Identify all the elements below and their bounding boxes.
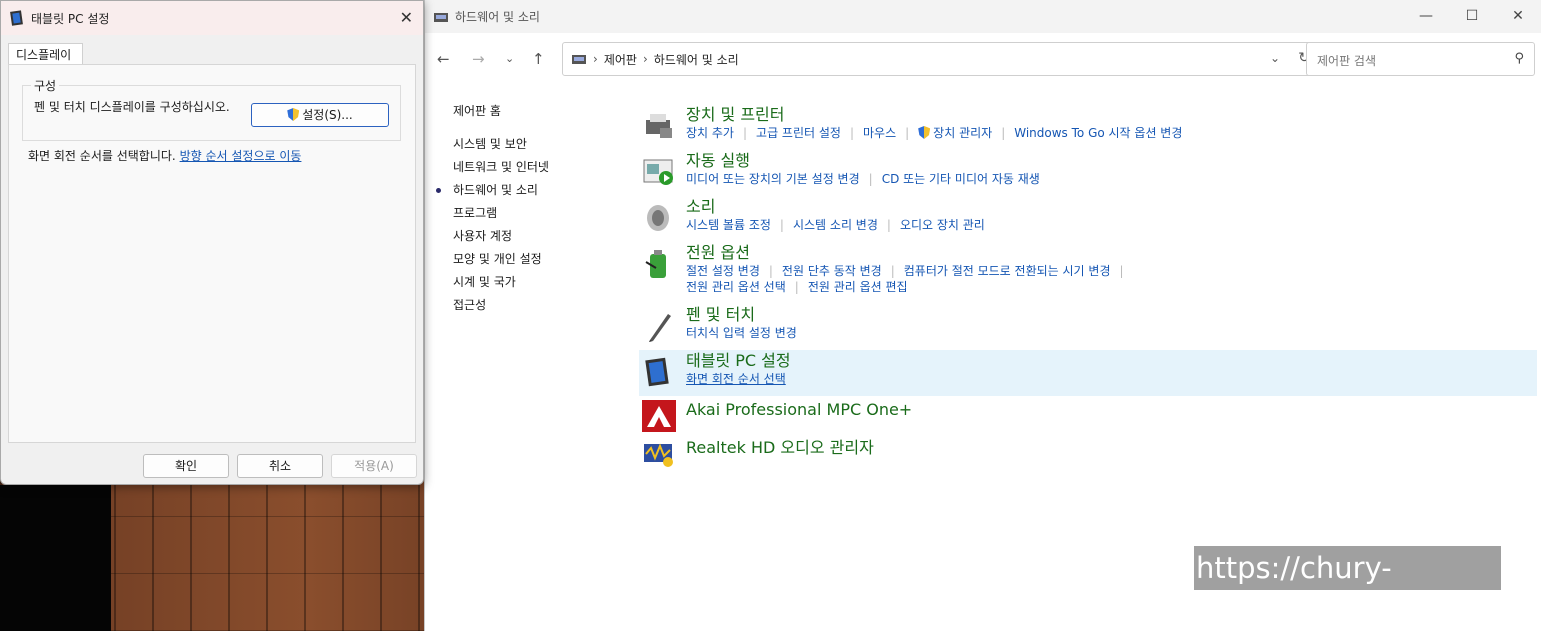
control-panel-icon xyxy=(434,12,448,22)
tablet-small-icon xyxy=(10,10,23,26)
setup-button-label: 설정(S)... xyxy=(302,108,353,122)
dialog-close-icon[interactable]: ✕ xyxy=(400,8,413,27)
category-title[interactable]: Akai Professional MPC One+ xyxy=(686,398,1537,422)
maximize-icon[interactable]: ☐ xyxy=(1449,0,1495,32)
tablet-pc-settings-dialog: 태블릿 PC 설정 ✕ 디스플레이 구성 펜 및 터치 디스플레이를 구성하십시… xyxy=(0,0,424,485)
group-label: 구성 xyxy=(31,77,60,94)
breadcrumb-control-panel[interactable]: 제어판 xyxy=(604,51,637,68)
sidebar-item-system-security[interactable]: 시스템 및 보안 xyxy=(453,133,633,156)
close-icon[interactable]: ✕ xyxy=(1495,0,1541,32)
tablet-icon xyxy=(645,357,669,387)
cancel-button[interactable]: 취소 xyxy=(237,454,323,478)
sidebar-item-appearance[interactable]: 모양 및 개인 설정 xyxy=(453,248,633,271)
link-system-volume[interactable]: 시스템 볼륨 조정 xyxy=(686,218,771,232)
link-add-device[interactable]: 장치 추가 xyxy=(686,126,734,140)
link-audio-devices[interactable]: 오디오 장치 관리 xyxy=(900,218,985,232)
title-bar: 하드웨어 및 소리 — ☐ ✕ xyxy=(425,0,1541,33)
link-screen-rotation[interactable]: 화면 회전 순서 선택 xyxy=(686,372,786,386)
config-group: 구성 펜 및 터치 디스플레이를 구성하십시오. 설정(S)... xyxy=(22,77,401,141)
search-box[interactable]: 제어판 검색 ⚲ xyxy=(1306,42,1535,76)
category-tablet-pc: 태블릿 PC 설정 화면 회전 순서 선택 xyxy=(639,350,1537,396)
forward-arrow-icon[interactable]: → xyxy=(472,50,485,68)
sidebar-item-clock-region[interactable]: 시계 및 국가 xyxy=(453,271,633,294)
address-bar[interactable]: › 제어판 › 하드웨어 및 소리 ⌄ ↻ xyxy=(562,42,1321,76)
recent-chevron-down-icon[interactable]: ⌄ xyxy=(505,52,514,65)
rotation-text: 화면 회전 순서를 선택합니다. xyxy=(28,149,176,163)
divider: | xyxy=(1001,126,1006,140)
category-power-options: 전원 옵션 절전 설정 변경 | 전원 단추 동작 변경 | 컴퓨터가 절전 모드로 전… xyxy=(639,242,1537,304)
sidebar-item-user-accounts[interactable]: 사용자 계정 xyxy=(453,225,633,248)
divider: | xyxy=(742,126,748,140)
pen-icon xyxy=(649,314,671,342)
setup-button[interactable]: 설정(S)... xyxy=(251,103,389,127)
category-sound: 소리 시스템 볼륨 조정 | 시스템 소리 변경 | 오디오 장치 관리 xyxy=(639,196,1537,242)
link-choose-power-plan[interactable]: 전원 관리 옵션 선택 xyxy=(686,280,786,294)
uac-shield-icon xyxy=(287,108,300,121)
battery-icon xyxy=(645,250,666,278)
sidebar-item-accessibility[interactable]: 접근성 xyxy=(453,294,633,317)
category-title[interactable]: Realtek HD 오디오 관리자 xyxy=(686,436,1537,460)
apply-button[interactable]: 적용(A) xyxy=(331,454,417,478)
link-media-defaults[interactable]: 미디어 또는 장치의 기본 설정 변경 xyxy=(686,172,860,186)
display-tab-panel: 구성 펜 및 터치 디스플레이를 구성하십시오. 설정(S)... 화면 회전 … xyxy=(8,64,416,443)
realtek-icon xyxy=(644,443,673,467)
divider: | xyxy=(779,218,784,232)
divider: | xyxy=(886,218,891,232)
navigation-bar: ← → ⌄ ↑ › 제어판 › 하드웨어 및 소리 ⌄ ↻ 제어판 검색 ⚲ xyxy=(425,40,1541,78)
sidebar-home[interactable]: 제어판 홈 xyxy=(453,100,633,123)
link-advanced-printer[interactable]: 고급 프린터 설정 xyxy=(756,126,841,140)
link-edit-power-plan[interactable]: 전원 관리 옵션 편집 xyxy=(808,280,908,294)
sidebar-item-programs[interactable]: 프로그램 xyxy=(453,202,633,225)
ok-button[interactable]: 확인 xyxy=(143,454,229,478)
breadcrumb-hardware-sound[interactable]: 하드웨어 및 소리 xyxy=(654,51,739,68)
minimize-icon[interactable]: — xyxy=(1403,0,1449,32)
search-placeholder: 제어판 검색 xyxy=(1317,54,1377,68)
speaker-icon xyxy=(647,205,669,231)
window-title: 하드웨어 및 소리 xyxy=(455,10,540,24)
category-devices-printers: 장치 및 프린터 장치 추가 | 고급 프린터 설정 | 마우스 | 장치 관리자 | Wind… xyxy=(639,104,1537,150)
dialog-title-bar: 태블릿 PC 설정 ✕ xyxy=(1,1,423,35)
watermark-text: https://chury-true.com xyxy=(1194,546,1501,629)
rotation-settings-link[interactable]: 방향 순서 설정으로 이동 xyxy=(180,149,302,163)
link-mouse[interactable]: 마우스 xyxy=(863,126,896,140)
category-pen-touch: 펜 및 터치 터치식 입력 설정 변경 xyxy=(639,304,1537,350)
search-icon[interactable]: ⚲ xyxy=(1514,51,1524,66)
sidebar-item-hardware-sound[interactable]: 하드웨어 및 소리 xyxy=(436,179,633,202)
back-arrow-icon[interactable]: ← xyxy=(437,50,450,68)
akai-logo-icon xyxy=(642,400,676,432)
sidebar-item-network[interactable]: 네트워크 및 인터넷 xyxy=(453,156,633,179)
divider: | xyxy=(794,280,799,294)
control-panel-small-icon xyxy=(572,55,586,64)
category-autoplay: 자동 실행 미디어 또는 장치의 기본 설정 변경 | CD 또는 기타 미디어 자… xyxy=(639,150,1537,196)
link-cd-autoplay[interactable]: CD 또는 기타 미디어 자동 재생 xyxy=(882,172,1040,186)
desktop-black-area xyxy=(0,485,111,631)
breadcrumb-separator-icon: › xyxy=(593,52,598,66)
category-realtek-audio: Realtek HD 오디오 관리자 xyxy=(639,436,1537,474)
divider: | xyxy=(905,126,910,140)
divider: | xyxy=(849,126,854,140)
category-list: 장치 및 프린터 장치 추가 | 고급 프린터 설정 | 마우스 | 장치 관리자 | Wind… xyxy=(639,104,1537,474)
link-sleep-timing[interactable]: 컴퓨터가 절전 모드로 전환되는 시기 변경 xyxy=(904,264,1111,278)
link-system-sounds[interactable]: 시스템 소리 변경 xyxy=(793,218,878,232)
group-description: 펜 및 터치 디스플레이를 구성하십시오. xyxy=(34,100,230,114)
link-windows-to-go[interactable]: Windows To Go 시작 옵션 변경 xyxy=(1014,126,1182,140)
tab-display[interactable]: 디스플레이 xyxy=(8,43,83,65)
sidebar: 제어판 홈 시스템 및 보안 네트워크 및 인터넷 하드웨어 및 소리 프로그램… xyxy=(436,100,633,317)
breadcrumb-separator-icon: › xyxy=(642,52,648,66)
link-device-manager[interactable]: 장치 관리자 xyxy=(933,126,992,140)
autoplay-icon xyxy=(643,159,673,185)
address-dropdown-icon[interactable]: ⌄ xyxy=(1270,51,1280,65)
up-arrow-icon[interactable]: ↑ xyxy=(532,50,545,68)
uac-shield-icon xyxy=(918,126,931,139)
link-touch-input[interactable]: 터치식 입력 설정 변경 xyxy=(686,326,797,340)
dialog-title: 태블릿 PC 설정 xyxy=(31,11,110,26)
rotation-row: 화면 회전 순서를 선택합니다. 방향 순서 설정으로 이동 xyxy=(28,147,301,164)
printer-icon xyxy=(646,114,672,138)
divider: | xyxy=(1119,264,1124,278)
divider: | xyxy=(868,172,873,186)
category-akai-mpc: Akai Professional MPC One+ xyxy=(639,398,1537,436)
control-panel-window: 하드웨어 및 소리 — ☐ ✕ ← → ⌄ ↑ › 제어판 › 하드웨어 및 소… xyxy=(424,0,1541,631)
